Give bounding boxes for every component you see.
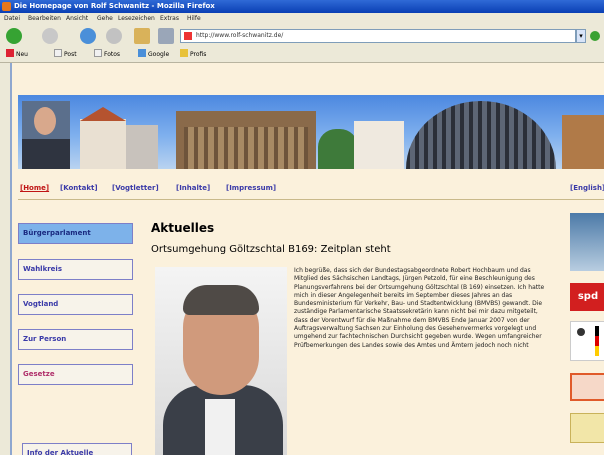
nav-link-home[interactable]: [Home] [20, 184, 49, 192]
bookmark-item[interactable]: Post [54, 48, 77, 62]
bookmark-item[interactable]: Profis [180, 48, 206, 62]
go-button[interactable] [590, 31, 600, 41]
nav-link-inhalte[interactable]: [Inhalte] [176, 184, 210, 192]
bookmark-item[interactable]: Fotos [94, 48, 120, 62]
article-photo [155, 267, 287, 455]
nav-link-kontakt[interactable]: [Kontakt] [60, 184, 98, 192]
sidebar-item-gesetze[interactable]: Gesetze [18, 364, 133, 385]
menu-hilfe[interactable]: Hilfe [187, 13, 201, 24]
nav-divider [18, 199, 604, 200]
back-button[interactable] [6, 28, 22, 44]
banner-white-building [354, 121, 404, 169]
banner-reichstag [176, 111, 316, 169]
banner-bridge [562, 115, 604, 169]
sidebar-item-buergerparlament[interactable]: Bürgerparlament [18, 223, 133, 244]
right-ad[interactable] [570, 373, 604, 401]
banner-church [126, 125, 158, 169]
menu-lesezeichen[interactable]: Lesezeichen [118, 13, 155, 24]
site-favicon [184, 32, 192, 40]
menu-extras[interactable]: Extras [160, 13, 179, 24]
bookmark-icon [180, 49, 188, 57]
nav-link-impressum[interactable]: [Impressum] [226, 184, 276, 192]
bookmark-icon [6, 49, 14, 57]
sidebar-item-wahlkreis[interactable]: Wahlkreis [18, 259, 133, 280]
banner-trees [318, 129, 358, 169]
menu-bar: Datei Bearbeiten Ansicht Gehe Lesezeiche… [0, 13, 604, 24]
home-button[interactable] [134, 28, 150, 44]
web-page: [Home] [Kontakt] [Vogtletter] [Inhalte] … [10, 63, 604, 455]
bookmark-item[interactable]: Neu [6, 48, 28, 62]
print-button[interactable] [158, 28, 174, 44]
stop-button[interactable] [106, 28, 122, 44]
bookmark-icon [138, 49, 146, 57]
menu-gehe[interactable]: Gehe [97, 13, 113, 24]
firefox-icon [2, 2, 11, 11]
window-title-bar: Die Homepage von Rolf Schwanitz - Mozill… [0, 0, 604, 13]
forward-button[interactable] [42, 28, 58, 44]
right-banner-image[interactable] [570, 213, 604, 271]
menu-bearbeiten[interactable]: Bearbeiten [28, 13, 61, 24]
bookmark-item[interactable]: Google [138, 48, 169, 62]
navigation-toolbar: http://www.rolf-schwanitz.de/ ▾ [0, 24, 604, 49]
address-bar[interactable]: http://www.rolf-schwanitz.de/ [180, 29, 576, 43]
article-body: Ich begrüße, dass sich der Bundestagsabg… [294, 267, 545, 349]
menu-ansicht[interactable]: Ansicht [66, 13, 88, 24]
banner-dome [406, 101, 556, 169]
reload-button[interactable] [80, 28, 96, 44]
sidebar-item-zur-person[interactable]: Zur Person [18, 329, 133, 350]
bookmark-icon [94, 49, 102, 57]
bookmark-icon [54, 49, 62, 57]
page-title: Aktuelles [151, 221, 215, 235]
spd-logo[interactable]: spd [570, 283, 604, 311]
bookmarks-toolbar: Neu Post Fotos Google Profis [0, 48, 604, 63]
window-title: Die Homepage von Rolf Schwanitz - Mozill… [14, 2, 215, 10]
nav-link-english[interactable]: [English] [570, 184, 604, 192]
site-navigation: [Home] [Kontakt] [Vogtletter] [Inhalte] … [20, 184, 604, 196]
info-button[interactable]: Info der Aktuelle [22, 443, 132, 455]
right-info-box[interactable] [570, 413, 604, 443]
sidebar-item-vogtland[interactable]: Vogtland [18, 294, 133, 315]
nav-link-vogtletter[interactable]: [Vogtletter] [112, 184, 159, 192]
right-badge[interactable] [570, 321, 604, 361]
menu-datei[interactable]: Datei [4, 13, 20, 24]
banner-town-hall [80, 107, 126, 169]
right-column: spd [570, 213, 604, 455]
address-text: http://www.rolf-schwanitz.de/ [196, 32, 284, 39]
header-banner [18, 95, 604, 169]
article-headline[interactable]: Ortsumgehung Göltzschtal B169: Zeitplan … [151, 244, 391, 255]
banner-portrait [22, 101, 70, 169]
address-dropdown-button[interactable]: ▾ [576, 29, 586, 43]
